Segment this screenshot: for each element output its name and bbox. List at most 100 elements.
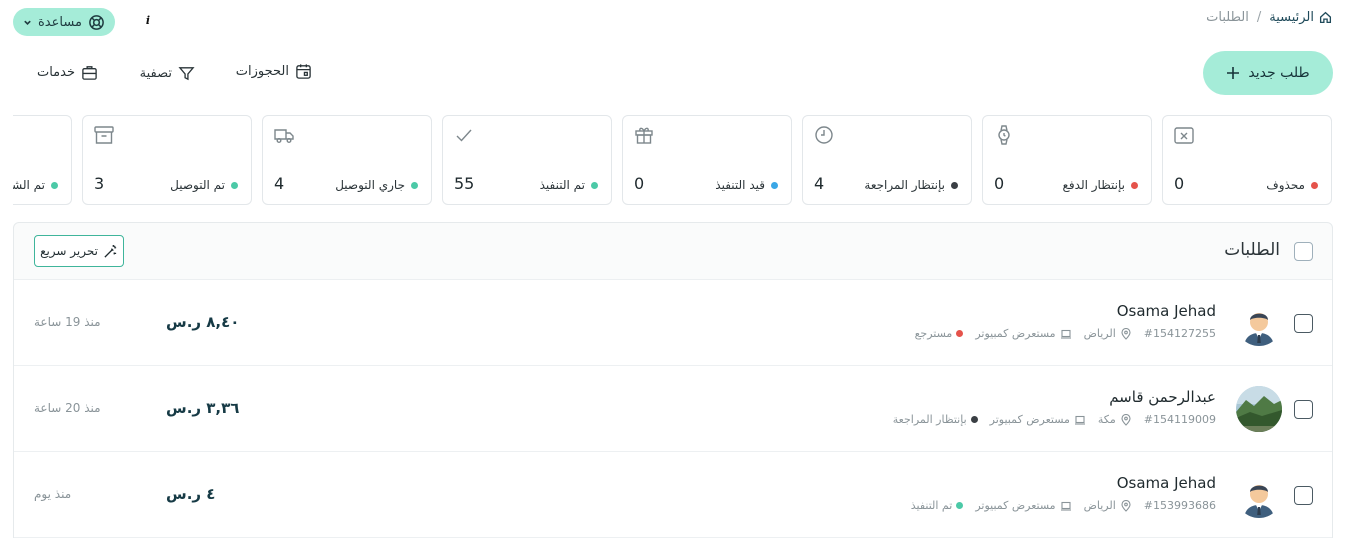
archive-icon — [93, 124, 115, 146]
order-meta: #154119009 مكة مستعرض كمبيوتر بإنتظار المرا… — [893, 413, 1216, 426]
order-city-text: الرياض — [1083, 327, 1116, 340]
status-card-text: بإنتظار الدفع — [1062, 178, 1125, 192]
order-status-text: مسترجع — [914, 327, 953, 340]
trash-box-icon — [1173, 124, 1195, 146]
services-button[interactable]: خدمات — [37, 64, 98, 81]
order-city: مكة — [1098, 413, 1132, 426]
status-card-label: قيد التنفيذ — [715, 178, 778, 192]
plus-icon — [1227, 67, 1240, 79]
watch-icon — [993, 124, 1015, 146]
person-avatar — [1236, 300, 1282, 346]
status-dot — [951, 181, 958, 189]
order-source-text: مستعرض كمبيوتر — [989, 413, 1070, 426]
person-avatar — [1236, 472, 1282, 518]
order-time: منذ يوم — [34, 487, 72, 501]
status-card-text: قيد التنفيذ — [715, 178, 765, 192]
clock-icon — [813, 124, 835, 146]
order-price: ٣,٣٦ ر.س — [166, 399, 240, 417]
quick-edit-label: تحرير سريع — [40, 244, 98, 258]
customer-name[interactable]: Osama Jehad — [1117, 474, 1216, 492]
laptop-icon — [1074, 415, 1085, 425]
status-card[interactable]: جاري التوصيل 4 — [262, 115, 432, 205]
breadcrumb-separator: / — [1256, 10, 1262, 25]
status-dot — [771, 181, 778, 189]
location-pin-icon — [1121, 499, 1131, 512]
status-cards: محذوف 0 بإنتظار الدفع 0 بإنتظار المراجعة 4 قيد… — [13, 115, 1332, 205]
status-card-label: تم التوصيل — [170, 178, 238, 192]
orders-list: Osama Jehad #154127255 الرياض مستعرض كمبيوت… — [14, 280, 1332, 538]
laptop-icon — [1060, 501, 1071, 511]
status-card-count: 0 — [994, 174, 1005, 193]
status-card[interactable]: تم التنفيذ 55 — [442, 115, 612, 205]
row-checkbox[interactable] — [1294, 400, 1313, 419]
customer-name[interactable]: Osama Jehad — [1117, 302, 1216, 320]
breadcrumb-home[interactable]: الرئيسية — [1269, 10, 1332, 25]
bookings-button[interactable]: الحجوزات — [236, 63, 312, 80]
status-card-count: 4 — [814, 174, 825, 193]
customer-name[interactable]: عبدالرحمن قاسم — [1109, 388, 1216, 406]
order-status: بإنتظار المراجعة — [893, 413, 978, 426]
calendar-icon — [296, 64, 311, 79]
lifebuoy-icon — [89, 14, 104, 30]
status-card[interactable]: بإنتظار المراجعة 4 — [802, 115, 972, 205]
location-pin-icon — [1121, 327, 1131, 340]
status-dot — [1131, 181, 1138, 189]
status-card[interactable]: تم التوصيل 3 — [82, 115, 252, 205]
home-icon — [1319, 11, 1332, 24]
row-checkbox[interactable] — [1294, 314, 1313, 333]
quick-edit-button[interactable]: تحرير سريع — [34, 235, 124, 267]
order-source-text: مستعرض كمبيوتر — [975, 499, 1056, 512]
laptop-icon — [1060, 329, 1071, 339]
filter-button[interactable]: تصفية — [140, 65, 195, 82]
info-icon[interactable]: i — [140, 12, 156, 28]
status-card[interactable]: بإنتظار الدفع 0 — [982, 115, 1152, 205]
order-status-text: بإنتظار المراجعة — [892, 413, 967, 426]
status-card-count: 55 — [454, 174, 475, 193]
help-button[interactable]: مساعدة — [13, 8, 115, 36]
status-card-label: تم التنفيذ — [540, 178, 598, 192]
order-id: #154119009 — [1143, 413, 1216, 426]
table-row[interactable]: Osama Jehad #154127255 الرياض مستعرض كمبيوت… — [14, 280, 1332, 366]
status-dot — [1311, 181, 1318, 189]
magic-wand-icon — [104, 244, 117, 258]
breadcrumb-home-label: الرئيسية — [1269, 10, 1314, 25]
landscape-avatar — [1236, 386, 1282, 432]
breadcrumb: الرئيسية / الطلبات — [1206, 10, 1332, 25]
order-id: #154127255 — [1143, 327, 1216, 340]
select-all-checkbox[interactable] — [1294, 242, 1313, 261]
table-row[interactable]: عبدالرحمن قاسم #154119009 مكة مستعرض كمبيوت… — [14, 366, 1332, 452]
status-card-label: محذوف — [1266, 178, 1318, 192]
status-card-text: محذوف — [1266, 178, 1305, 192]
status-dot — [231, 181, 238, 189]
new-order-button[interactable]: طلب جديد — [1203, 51, 1333, 95]
location-pin-icon — [1121, 413, 1131, 426]
order-status-text: تم التنفيذ — [910, 499, 953, 512]
status-card-text: تم التنفيذ — [539, 178, 585, 192]
status-card[interactable]: محذوف 0 — [1162, 115, 1332, 205]
breadcrumb-current: الطلبات — [1206, 10, 1249, 25]
order-meta: #153993686 الرياض مستعرض كمبيوتر تم التنفيذ — [911, 499, 1216, 512]
chevron-down-icon — [24, 20, 31, 25]
order-status: مسترجع — [915, 327, 964, 340]
check-icon — [453, 124, 475, 146]
status-card-count: 4 — [274, 174, 285, 193]
status-card[interactable]: تم الشـ — [13, 115, 72, 205]
order-price: ٨,٤٠ ر.س — [166, 313, 240, 331]
status-card-count: 0 — [1174, 174, 1185, 193]
help-label: مساعدة — [38, 14, 82, 30]
row-checkbox[interactable] — [1294, 486, 1313, 505]
status-card-count: 0 — [634, 174, 645, 193]
order-source: مستعرض كمبيوتر — [975, 327, 1071, 340]
status-card-count: 3 — [94, 174, 105, 193]
new-order-label: طلب جديد — [1248, 65, 1310, 81]
truck-icon — [273, 124, 295, 146]
order-time: منذ 19 ساعة — [34, 315, 101, 329]
status-card[interactable]: قيد التنفيذ 0 — [622, 115, 792, 205]
order-source: مستعرض كمبيوتر — [990, 413, 1086, 426]
orders-panel: الطلبات تحرير سريع Osama Jehad #154127255… — [13, 222, 1333, 538]
table-row[interactable]: Osama Jehad #153993686 الرياض مستعرض كمبيوت… — [14, 452, 1332, 538]
orders-header: الطلبات تحرير سريع — [14, 223, 1332, 280]
filter-label: تصفية — [139, 66, 172, 81]
order-meta: #154127255 الرياض مستعرض كمبيوتر مسترجع — [915, 327, 1216, 340]
order-source: مستعرض كمبيوتر — [975, 499, 1071, 512]
